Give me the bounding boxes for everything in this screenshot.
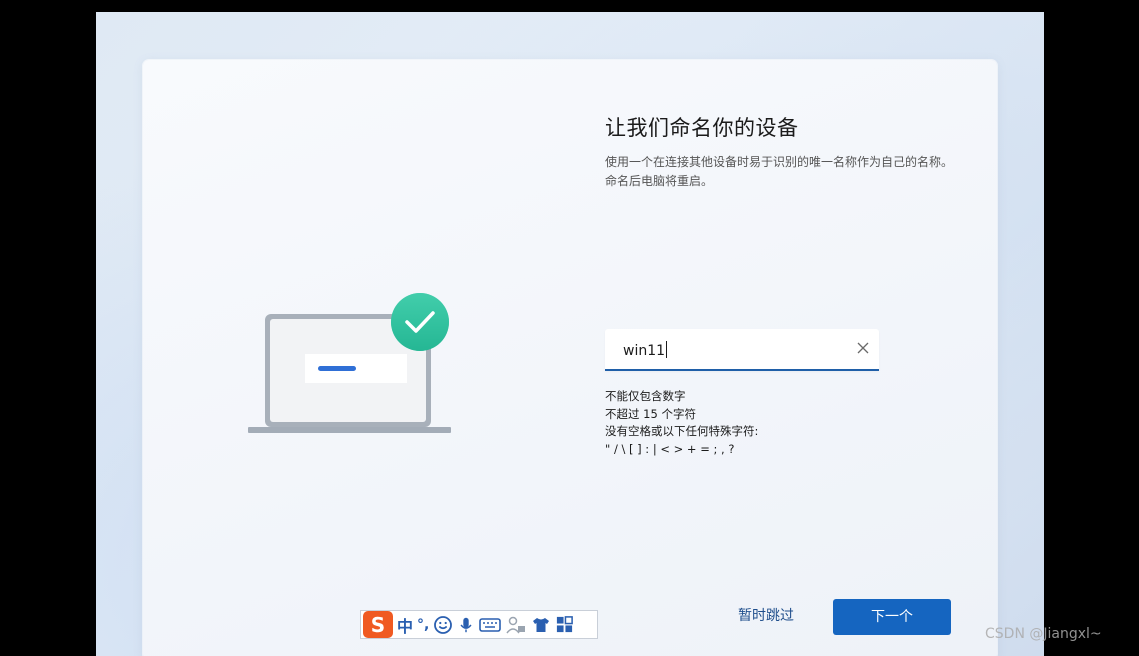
oobe-screen: 让我们命名你的设备 使用一个在连接其他设备时易于识别的唯一名称作为自己的名称。命… [96,12,1044,656]
shirt-icon[interactable] [531,613,551,637]
emoji-icon[interactable] [433,613,453,637]
rule-item: 不超过 15 个字符 [605,406,696,421]
rule-item: 不能仅包含数字 [605,389,686,403]
keyboard-icon[interactable] [479,613,502,637]
skip-button[interactable]: 暂时跳过 [727,605,805,627]
next-button[interactable]: 下一个 [833,599,951,635]
ime-toolbar[interactable]: S 中 °, [360,610,598,639]
sogou-logo-icon: S [363,611,393,638]
csdn-watermark: CSDN @Jiangxl~ [985,626,1102,642]
checkmark-circle-icon [391,293,449,351]
page-description: 使用一个在连接其他设备时易于识别的唯一名称作为自己的名称。命名后电脑将重启。 [605,155,954,188]
user-tools-icon[interactable] [505,613,527,637]
ime-logo-button[interactable]: S [363,611,393,638]
setup-card: 让我们命名你的设备 使用一个在连接其他设备时易于识别的唯一名称作为自己的名称。命… [143,60,997,656]
device-name-input[interactable]: win11 [605,329,879,371]
device-name-value[interactable]: win11 [623,341,668,359]
page-title: 让我们命名你的设备 [605,116,799,140]
rule-item: 没有空格或以下任何特殊字符: [605,424,759,438]
text-caret [666,341,668,358]
microphone-icon[interactable] [457,613,475,637]
ime-mode-toggle[interactable]: 中 [397,613,413,637]
laptop-check-illustration [248,293,451,433]
ime-punctuation-toggle[interactable]: °, [417,613,429,637]
rule-item: " / \ [ ] : | < > + = ; , ? [605,441,735,456]
grid-icon[interactable] [555,613,574,637]
close-icon[interactable] [855,340,871,356]
naming-rules: 不能仅包含数字 不超过 15 个字符 没有空格或以下任何特殊字符: " / \ … [605,388,758,458]
